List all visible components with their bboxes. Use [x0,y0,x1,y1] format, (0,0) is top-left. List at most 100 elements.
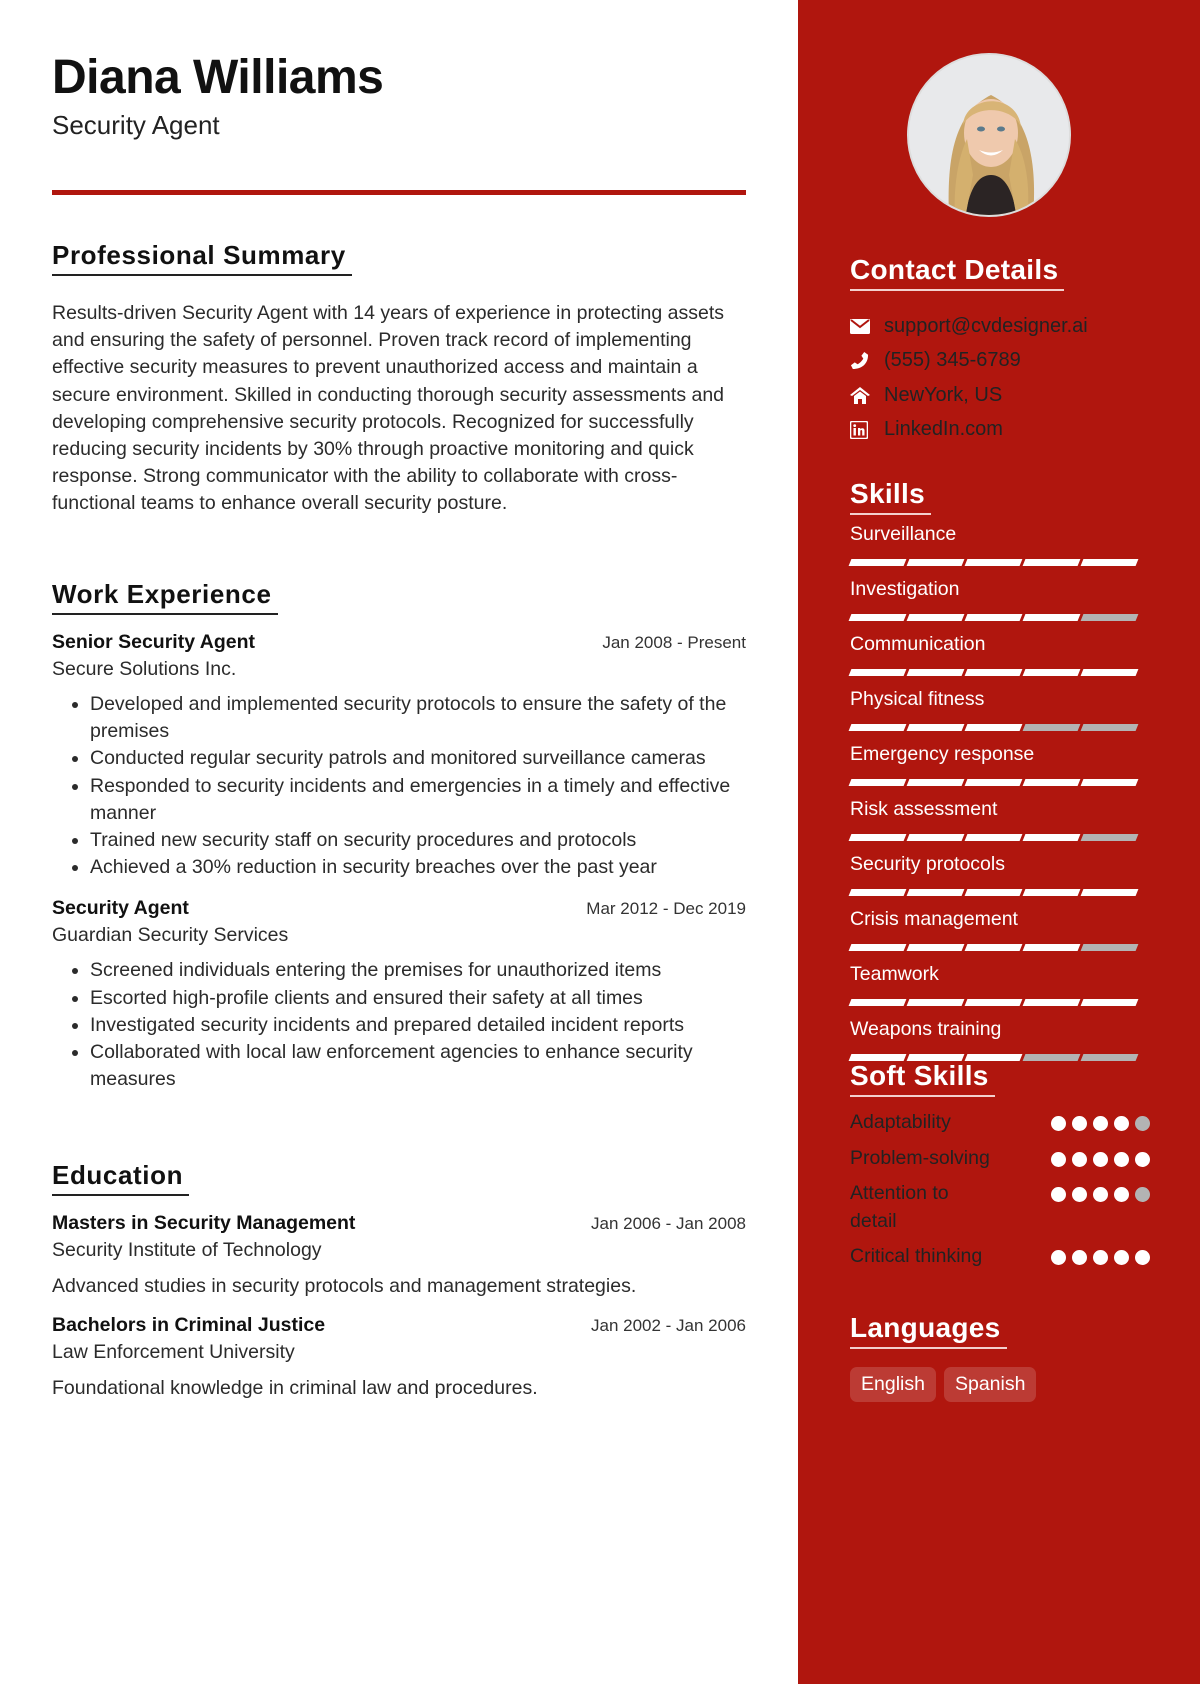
skill-segment-filled [848,614,907,621]
school-name: Security Institute of Technology [52,1239,322,1261]
skill-segment-filled [906,779,965,786]
job-title: Senior Security Agent [52,631,255,653]
soft-skill-item: Problem-solving [850,1145,1150,1173]
skill-level-bar [848,779,1150,786]
skill-segment-filled [906,999,965,1006]
contact-phone-text: (555) 345-6789 [884,349,1021,372]
language-chip: Spanish [943,1367,1037,1402]
skill-item: Teamwork [848,963,1150,1006]
skill-segment-filled [964,779,1023,786]
skill-level-bar [848,559,1150,566]
responsibility-item: Escorted high-profile clients and ensure… [90,985,746,1012]
header-divider [52,190,746,195]
skill-label: Security protocols [850,853,1005,875]
rating-dot-filled [1093,1151,1108,1167]
rating-dot-filled [1114,1187,1129,1202]
section-heading: Soft Skills [850,1060,995,1097]
skill-label: Teamwork [850,963,939,985]
education-entry-header: Bachelors in Criminal Justice Jan 2002 - … [52,1314,746,1337]
skill-segment-filled [848,724,907,731]
soft-skill-rating [1051,1250,1150,1265]
responsibilities-list: Developed and implemented security proto… [90,691,746,881]
skill-segment-filled [964,834,1023,841]
rating-dot-filled [1072,1187,1087,1202]
skill-label: Physical fitness [850,688,985,710]
skill-segment-filled [848,669,907,676]
skill-segment-empty [1080,944,1139,951]
skill-segment-filled [1022,889,1081,896]
profile-photo-image [909,55,1069,215]
degree-name: Masters in Security Management [52,1212,356,1234]
skill-segment-filled [1080,559,1139,566]
skill-label: Investigation [850,578,960,600]
skill-segment-filled [964,559,1023,566]
work-entry-header: Security Agent Mar 2012 - Dec 2019 [52,897,746,920]
soft-skill-rating [1051,1151,1150,1167]
linkedin-icon [850,420,884,439]
company-name: Secure Solutions Inc. [52,658,237,680]
responsibility-item: Achieved a 30% reduction in security bre… [90,854,746,881]
work-entry-header: Senior Security Agent Jan 2008 - Present [52,631,746,654]
skill-segment-filled [1080,669,1139,676]
education-dates: Jan 2002 - Jan 2006 [590,1316,746,1335]
soft-skill-label: Adaptability [850,1111,951,1133]
skill-label: Weapons training [850,1018,1002,1040]
rating-dot-filled [1051,1250,1066,1265]
candidate-name: Diana Williams [52,51,384,104]
rating-dot-filled [1051,1187,1066,1202]
rating-dot-filled [1135,1151,1150,1167]
languages-section: Languages English Spanish [850,1312,1150,1402]
summary-text: Results-driven Security Agent with 14 ye… [52,302,725,515]
skill-segment-filled [906,834,965,841]
skill-level-bar [848,999,1150,1006]
home-icon [850,386,884,404]
language-chip: English [850,1367,936,1402]
skill-segment-filled [848,889,907,896]
skill-segment-filled [848,944,907,951]
soft-skill-label: Attention to detail [850,1182,949,1232]
skill-segment-filled [1022,834,1081,841]
section-heading: Contact Details [850,254,1065,291]
responsibility-item: Collaborated with local law enforcement … [90,1039,746,1093]
skill-segment-filled [906,614,965,621]
skill-segment-empty [1080,724,1139,731]
skill-label: Risk assessment [850,798,998,820]
skill-segment-filled [964,944,1023,951]
section-heading: Education [52,1160,190,1196]
soft-skill-label: Problem-solving [850,1146,990,1169]
skill-level-bar [848,669,1150,676]
skill-segment-filled [964,889,1023,896]
skill-segment-filled [1080,889,1139,896]
education-entry-header: Masters in Security Management Jan 2006 -… [52,1212,746,1235]
responsibility-item: Investigated security incidents and prep… [90,1012,746,1039]
skill-item: Emergency response [848,743,1150,786]
skill-segment-filled [964,614,1023,621]
skill-segment-filled [906,889,965,896]
soft-skill-item: Adaptability [850,1109,1150,1137]
skill-item: Crisis management [848,908,1150,951]
responsibility-item: Screened individuals entering the premis… [90,957,746,984]
job-dates: Jan 2008 - Present [602,633,746,652]
contact-details-section: Contact Details support@cvdesigner.ai (5… [850,254,1160,447]
contact-email[interactable]: support@cvdesigner.ai [850,309,1160,344]
envelope-icon [850,318,884,334]
skill-segment-filled [1022,669,1081,676]
degree-name: Bachelors in Criminal Justice [52,1314,326,1336]
skill-segment-filled [964,724,1023,731]
skills-section: Skills Surveillance Investigation Communic… [848,478,1150,1061]
contact-phone[interactable]: (555) 345-6789 [850,344,1160,379]
rating-dot-filled [1135,1250,1150,1265]
contact-linkedin-text: LinkedIn.com [884,418,1003,441]
rating-dot-filled [1072,1151,1087,1167]
skill-label: Communication [850,633,986,655]
section-heading: Skills [850,478,931,515]
skill-segment-filled [1080,999,1139,1006]
skill-item: Physical fitness [848,688,1150,731]
soft-skill-item: Critical thinking [850,1243,1150,1271]
skill-segment-filled [1022,999,1081,1006]
education-entry: Bachelors in Criminal Justice Jan 2002 - … [52,1314,746,1400]
skill-segment-filled [1022,779,1081,786]
skill-item: Communication [848,633,1150,676]
contact-linkedin[interactable]: LinkedIn.com [850,413,1160,448]
skill-segment-filled [848,559,907,566]
